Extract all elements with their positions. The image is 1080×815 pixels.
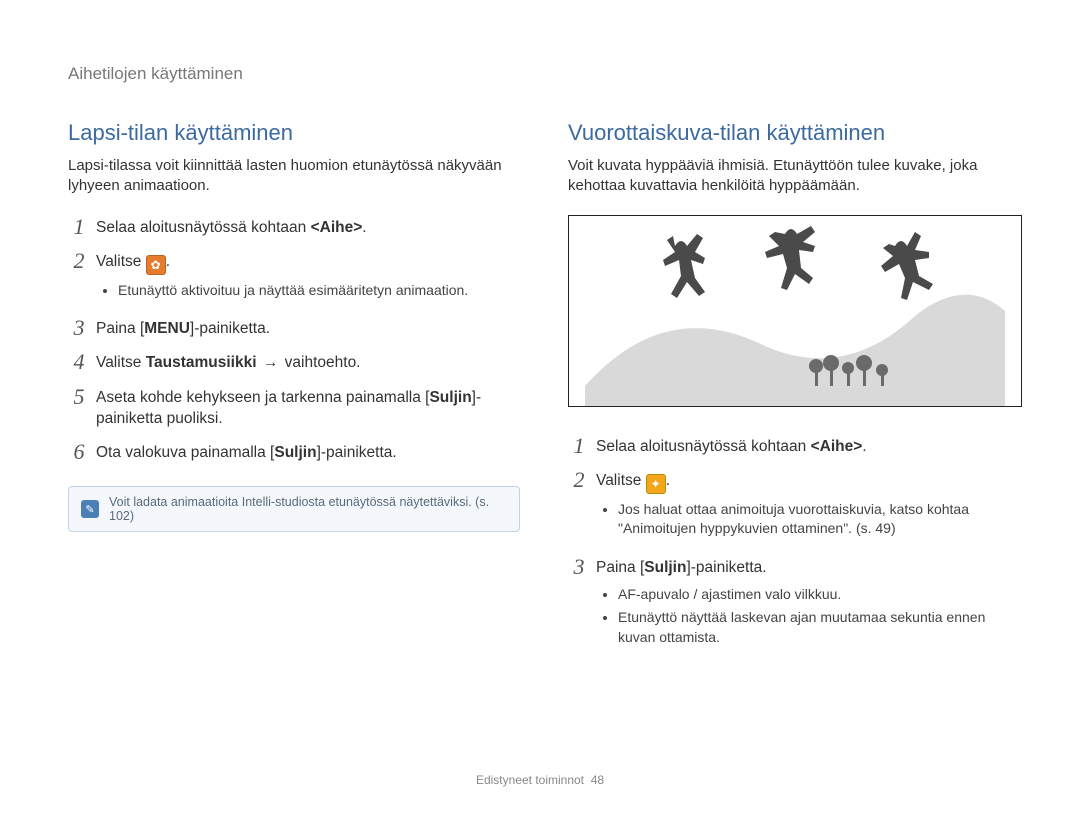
step: 1 Selaa aloitusnäytössä kohtaan <Aihe>. bbox=[68, 215, 520, 239]
step-sub-item: Jos haluat ottaa animoituja vuorottaisku… bbox=[618, 500, 1020, 539]
step-text-post: . bbox=[362, 219, 366, 236]
step-text: Paina [MENU]-painiketta. bbox=[96, 316, 270, 340]
step-sub-item: AF-apuvalo / ajastimen valo vilkkuu. bbox=[618, 585, 1020, 605]
section-lead-right: Voit kuvata hyppääviä ihmisiä. Etunäyttö… bbox=[568, 156, 1020, 197]
step-text-bold: Suljin bbox=[274, 444, 316, 461]
step-number: 3 bbox=[568, 555, 590, 579]
step-text-post: ]-painiketta. bbox=[317, 444, 397, 461]
page-footer: Edistyneet toiminnot 48 bbox=[0, 773, 1080, 787]
menu-button-label: MENU bbox=[144, 320, 190, 337]
step-number: 6 bbox=[68, 440, 90, 464]
step-text-post: ]-painiketta. bbox=[190, 320, 270, 337]
note-box: ✎ Voit ladata animaatioita Intelli-studi… bbox=[68, 486, 520, 532]
steps-list-right: 1 Selaa aloitusnäytössä kohtaan <Aihe>. … bbox=[568, 434, 1020, 654]
step-text-pre: Valitse bbox=[596, 472, 646, 489]
step-sublist: Jos haluat ottaa animoituja vuorottaisku… bbox=[618, 500, 1020, 539]
step: 3 Paina [MENU]-painiketta. bbox=[68, 316, 520, 340]
step-sub-item: Etunäyttö näyttää laskevan ajan muutamaa… bbox=[618, 608, 1020, 647]
step-text-pre: Selaa aloitusnäytössä kohtaan bbox=[596, 438, 811, 455]
step-text-bold: Suljin bbox=[429, 389, 471, 406]
step-text-bold: Suljin bbox=[644, 559, 686, 576]
step-number: 2 bbox=[68, 249, 90, 273]
step-text-pre: Valitse bbox=[96, 354, 146, 371]
step-sublist: Etunäyttö aktivoituu ja näyttää esimääri… bbox=[118, 281, 468, 301]
step-text-post: ]-painiketta. bbox=[686, 559, 766, 576]
step: 2 Valitse ✦. Jos haluat ottaa animoituja… bbox=[568, 468, 1020, 545]
section-heading-right: Vuorottaiskuva-tilan käyttäminen bbox=[568, 120, 1020, 146]
step-number: 3 bbox=[68, 316, 90, 340]
footer-section-label: Edistyneet toiminnot bbox=[476, 773, 584, 787]
step-text-bold: Taustamusiikki bbox=[146, 354, 257, 371]
step-text-bold: <Aihe> bbox=[311, 219, 363, 236]
step-text: Selaa aloitusnäytössä kohtaan <Aihe>. bbox=[96, 215, 367, 239]
step-text-post: . bbox=[666, 472, 670, 489]
step-text: Valitse ✦. Jos haluat ottaa animoituja v… bbox=[596, 468, 1020, 545]
arrow-icon: → bbox=[257, 354, 285, 371]
step-text-pre: Valitse bbox=[96, 253, 146, 270]
step-sub-item: Etunäyttö aktivoituu ja näyttää esimääri… bbox=[118, 281, 468, 301]
step-text: Ota valokuva painamalla [Suljin]-painike… bbox=[96, 440, 397, 464]
step-number: 2 bbox=[568, 468, 590, 492]
jump-illustration bbox=[568, 215, 1022, 407]
footer-page-number: 48 bbox=[591, 773, 604, 787]
step-text: Valitse ✿. Etunäyttö aktivoituu ja näytt… bbox=[96, 249, 468, 307]
step-text: Selaa aloitusnäytössä kohtaan <Aihe>. bbox=[596, 434, 867, 458]
two-column-layout: Lapsi-tilan käyttäminen Lapsi-tilassa vo… bbox=[68, 120, 1020, 663]
section-heading-left: Lapsi-tilan käyttäminen bbox=[68, 120, 520, 146]
step-text-pre: Paina [ bbox=[596, 559, 644, 576]
step-text-post: . bbox=[862, 438, 866, 455]
manual-page: Aihetilojen käyttäminen Lapsi-tilan käyt… bbox=[0, 0, 1080, 703]
step-text: Aseta kohde kehykseen ja tarkenna painam… bbox=[96, 385, 520, 430]
steps-list-left: 1 Selaa aloitusnäytössä kohtaan <Aihe>. … bbox=[68, 215, 520, 465]
step: 6 Ota valokuva painamalla [Suljin]-paini… bbox=[68, 440, 520, 464]
step-text-pre: Ota valokuva painamalla [ bbox=[96, 444, 274, 461]
section-lead-left: Lapsi-tilassa voit kiinnittää lasten huo… bbox=[68, 156, 520, 197]
breadcrumb: Aihetilojen käyttäminen bbox=[68, 64, 1020, 84]
step-text-post: vaihtoehto. bbox=[285, 354, 361, 371]
step-text: Valitse Taustamusiikki → vaihtoehto. bbox=[96, 350, 361, 374]
step-number: 4 bbox=[68, 350, 90, 374]
step-number: 1 bbox=[68, 215, 90, 239]
note-icon: ✎ bbox=[81, 500, 99, 518]
step-text-pre: Selaa aloitusnäytössä kohtaan bbox=[96, 219, 311, 236]
step-text: Paina [Suljin]-painiketta. AF-apuvalo / … bbox=[596, 555, 1020, 653]
step-text-pre: Aseta kohde kehykseen ja tarkenna painam… bbox=[96, 389, 429, 406]
step: 1 Selaa aloitusnäytössä kohtaan <Aihe>. bbox=[568, 434, 1020, 458]
left-column: Lapsi-tilan käyttäminen Lapsi-tilassa vo… bbox=[68, 120, 520, 663]
right-column: Vuorottaiskuva-tilan käyttäminen Voit ku… bbox=[568, 120, 1020, 663]
step-text-bold: <Aihe> bbox=[811, 438, 863, 455]
jump-icon: ✦ bbox=[646, 474, 666, 494]
step-text-pre: Paina [ bbox=[96, 320, 144, 337]
step: 5 Aseta kohde kehykseen ja tarkenna pain… bbox=[68, 385, 520, 430]
step: 2 Valitse ✿. Etunäyttö aktivoituu ja näy… bbox=[68, 249, 520, 307]
flower-icon: ✿ bbox=[146, 255, 166, 275]
step-number: 1 bbox=[568, 434, 590, 458]
step: 4 Valitse Taustamusiikki → vaihtoehto. bbox=[68, 350, 520, 374]
note-text: Voit ladata animaatioita Intelli-studios… bbox=[109, 495, 507, 523]
step-number: 5 bbox=[68, 385, 90, 409]
step-sublist: AF-apuvalo / ajastimen valo vilkkuu. Etu… bbox=[618, 585, 1020, 648]
step: 3 Paina [Suljin]-painiketta. AF-apuvalo … bbox=[568, 555, 1020, 653]
step-text-post: . bbox=[166, 253, 170, 270]
